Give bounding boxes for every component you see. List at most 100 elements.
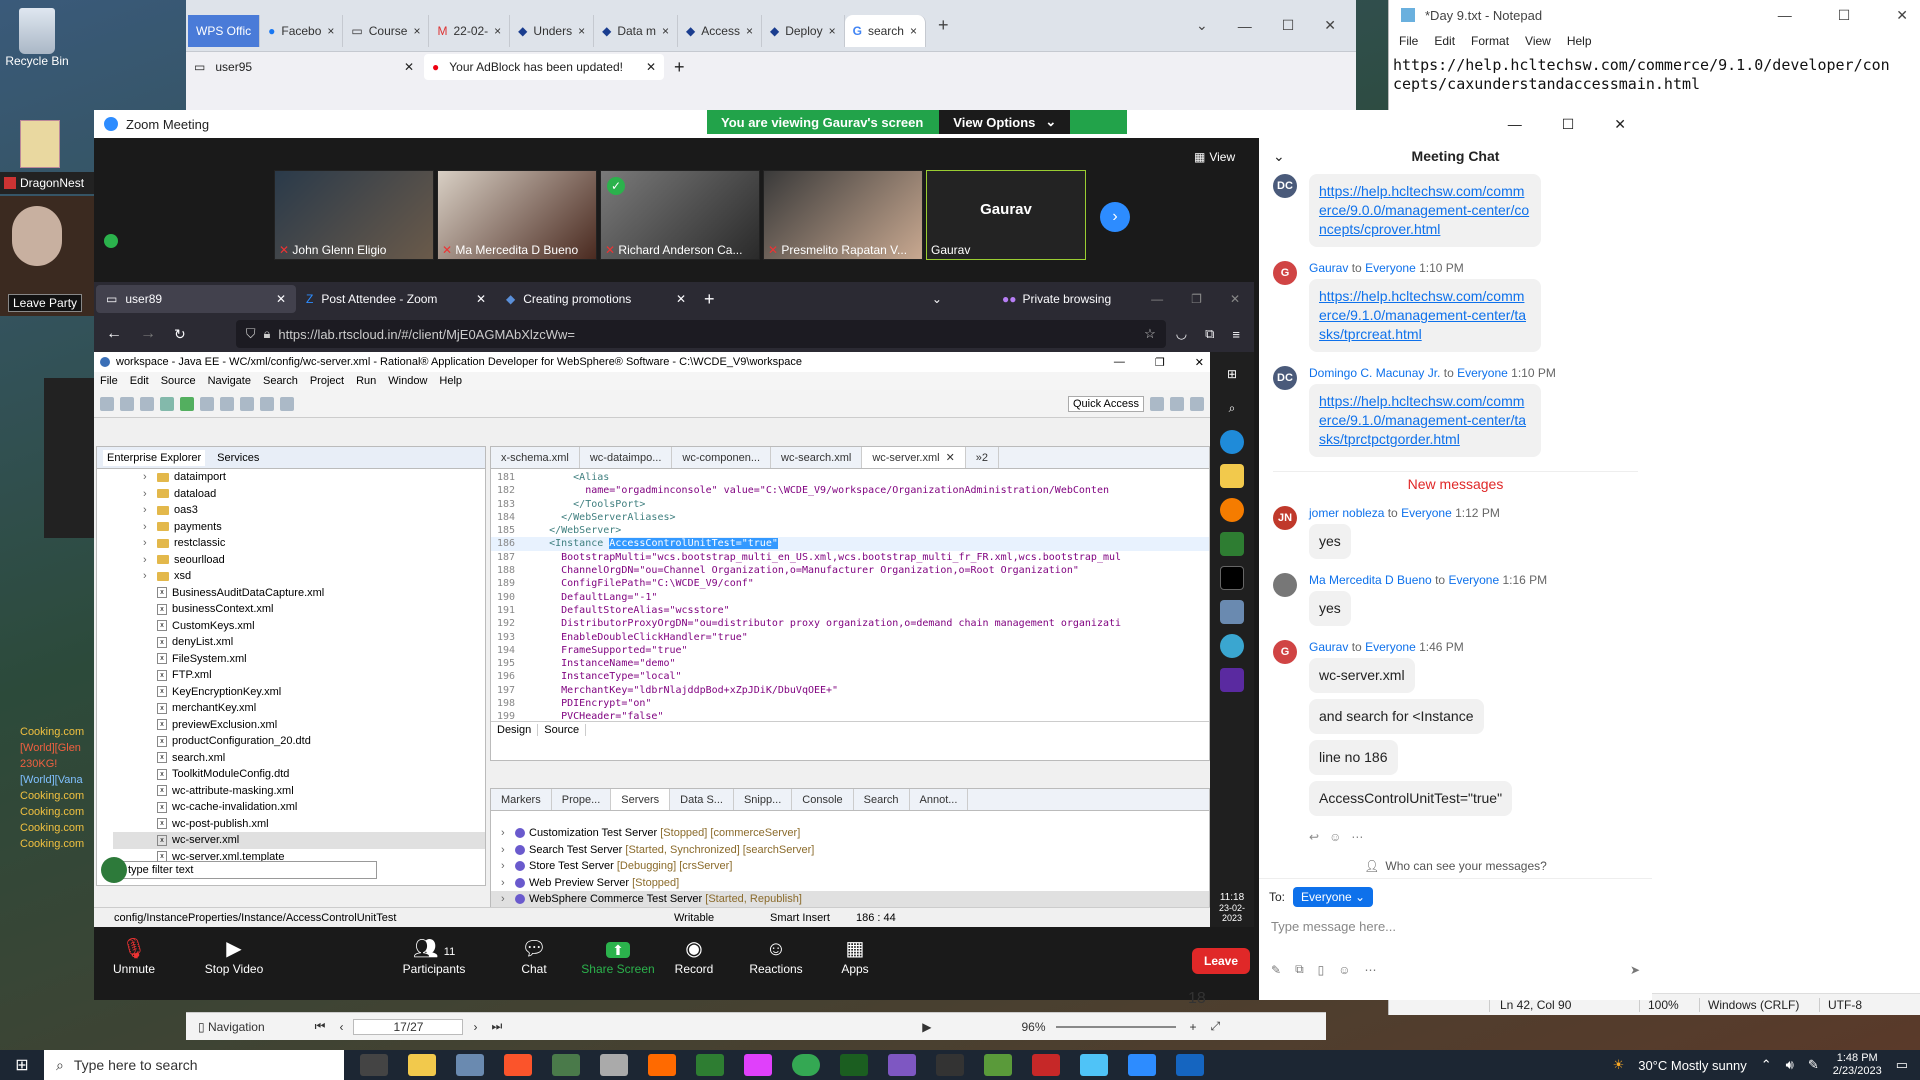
- menu-help[interactable]: Help: [1567, 34, 1592, 48]
- tree-item[interactable]: › xsd: [113, 568, 485, 585]
- chrome-icon[interactable]: [792, 1054, 820, 1076]
- code-area[interactable]: 181 <Alias 182 name="orgadminconsole" val…: [491, 469, 1209, 721]
- forward-icon[interactable]: →: [140, 325, 156, 343]
- leave-button[interactable]: Leave: [1192, 948, 1251, 974]
- chat-messages[interactable]: DC https://help.hcltechsw.com/commerce/9.…: [1259, 174, 1652, 854]
- close-icon[interactable]: ✕: [404, 60, 414, 74]
- app-icon[interactable]: [1176, 1054, 1204, 1076]
- tree-item[interactable]: › dataimport: [113, 469, 485, 486]
- expand-icon[interactable]: ›: [501, 891, 515, 908]
- apps-button[interactable]: ▦ Apps: [815, 936, 895, 976]
- close-icon[interactable]: ×: [829, 24, 836, 38]
- database-icon[interactable]: [1220, 600, 1244, 624]
- close-icon[interactable]: ×: [578, 24, 585, 38]
- tree-item[interactable]: › payments: [113, 519, 485, 536]
- private-browser-icon[interactable]: [1220, 668, 1244, 692]
- tree-item[interactable]: x wc-post-publish.xml: [113, 816, 485, 833]
- close-icon[interactable]: ×: [494, 24, 501, 38]
- game-window[interactable]: Leave Party: [0, 196, 94, 316]
- notification-icon[interactable]: ▭: [1896, 1057, 1908, 1073]
- windows-start-icon[interactable]: ⊞: [0, 1055, 44, 1075]
- meeting-chat-panel[interactable]: ⌄ Meeting Chat DC https://help.hcltechsw.…: [1259, 138, 1652, 1000]
- servers-panel[interactable]: Markers Prope... Servers Data S... Snipp…: [490, 788, 1210, 908]
- folder-icon[interactable]: [20, 120, 60, 168]
- chevron-down-icon[interactable]: ⌄: [932, 292, 942, 306]
- menu-project[interactable]: Project: [310, 375, 344, 387]
- extensions-icon[interactable]: ⧉: [1205, 326, 1214, 342]
- chrome-tab[interactable]: ◆ Deploy ×: [762, 14, 845, 47]
- figma-icon[interactable]: [744, 1054, 772, 1076]
- vivaldi-icon[interactable]: [1032, 1054, 1060, 1076]
- app-icon[interactable]: [600, 1054, 628, 1076]
- zoom-in-icon[interactable]: +: [1190, 1020, 1197, 1034]
- tree-item[interactable]: x denyList.xml: [113, 634, 485, 651]
- firefox-icon[interactable]: [1220, 498, 1244, 522]
- print-icon[interactable]: [140, 396, 154, 411]
- chevron-up-icon[interactable]: ⌃: [1761, 1057, 1772, 1073]
- participants-button[interactable]: 👥︎ 11 Participants: [394, 936, 474, 976]
- tab-services[interactable]: Services: [217, 452, 259, 464]
- page-indicator[interactable]: 17/27: [353, 1018, 464, 1035]
- back-icon[interactable]: [260, 396, 274, 411]
- close-icon[interactable]: ✕: [1324, 17, 1336, 34]
- search-icon[interactable]: [220, 396, 234, 411]
- close-icon[interactable]: ×: [413, 24, 420, 38]
- server-item[interactable]: › WebSphere Commerce Test Server [Started…: [491, 891, 1209, 908]
- run-icon[interactable]: [180, 396, 194, 411]
- zoom-window[interactable]: Zoom Meeting — ☐ ✕ You are viewing Gaura…: [94, 110, 1652, 1000]
- volume-icon[interactable]: 🔊︎: [1786, 1057, 1794, 1073]
- menu-icon[interactable]: ≡: [1232, 327, 1240, 342]
- record-button[interactable]: ◉ Record: [654, 936, 734, 976]
- menu-view[interactable]: View: [1525, 34, 1551, 48]
- expand-icon[interactable]: ›: [143, 486, 157, 503]
- who-can-see[interactable]: 👤︎ Who can see your messages?: [1259, 854, 1652, 878]
- leave-party-button[interactable]: Leave Party: [8, 294, 83, 312]
- tab-design[interactable]: Design: [491, 723, 539, 736]
- recipient-select[interactable]: Everyone ⌄: [1293, 887, 1374, 907]
- server-item[interactable]: › Store Test Server [Debugging] [crsServe…: [491, 858, 1209, 875]
- menu-edit[interactable]: Edit: [1434, 34, 1455, 48]
- emoji-icon[interactable]: ☺: [1329, 830, 1341, 844]
- tab-enterprise-explorer[interactable]: Enterprise Explorer: [103, 449, 206, 466]
- tab-snippets[interactable]: Snipp...: [734, 789, 793, 810]
- expand-icon[interactable]: ›: [143, 519, 157, 536]
- expand-icon[interactable]: ›: [143, 552, 157, 569]
- navigation-button[interactable]: ▯ Navigation: [198, 1020, 265, 1034]
- firefox-tab-active[interactable]: ▭ user89 ✕: [96, 285, 296, 313]
- editor-tab[interactable]: wc-componen...: [672, 447, 772, 468]
- participant-tile[interactable]: ✕ Ma Mercedita D Bueno: [437, 170, 597, 260]
- brave-icon[interactable]: [504, 1054, 532, 1076]
- close-icon[interactable]: ×: [910, 24, 917, 38]
- chevron-down-icon[interactable]: ⌄: [1196, 17, 1208, 34]
- prev-page-icon[interactable]: ‹: [339, 1020, 343, 1034]
- emoji-icon[interactable]: ☺: [1338, 963, 1350, 977]
- tab-console[interactable]: Console: [792, 789, 854, 810]
- menu-format[interactable]: Format: [1471, 34, 1509, 48]
- close-icon[interactable]: ✕: [276, 292, 286, 306]
- maximize-icon[interactable]: ☐: [1562, 116, 1575, 133]
- close-icon[interactable]: ✕: [1896, 7, 1908, 24]
- pocket-icon[interactable]: ◡: [1176, 326, 1187, 342]
- expand-icon[interactable]: ›: [501, 842, 515, 859]
- forward-icon[interactable]: [280, 396, 294, 411]
- debug-icon[interactable]: [160, 396, 174, 411]
- format-icon[interactable]: ✎: [1271, 963, 1281, 977]
- tree-item[interactable]: x search.xml: [113, 750, 485, 767]
- zoom-icon[interactable]: [1128, 1054, 1156, 1076]
- stop-video-button[interactable]: ▶ Stop Video: [194, 936, 274, 976]
- system-clock[interactable]: 1:48 PM 2/23/2023: [1833, 1052, 1882, 1078]
- project-tree[interactable]: › dataimport › dataload › oas3 › payments › restc…: [97, 469, 485, 865]
- new-tab-icon[interactable]: +: [938, 15, 949, 36]
- minimize-icon[interactable]: —: [1508, 116, 1522, 132]
- globe-icon[interactable]: [240, 396, 254, 411]
- xml-editor[interactable]: x-schema.xml wc-dataimpo... wc-componen.…: [490, 446, 1210, 761]
- eclipse-window[interactable]: workspace - Java EE - WC/xml/config/wc-s…: [94, 352, 1210, 927]
- enterprise-explorer-panel[interactable]: Enterprise Explorer Services › dataimport…: [96, 446, 486, 886]
- menu-navigate[interactable]: Navigate: [208, 375, 251, 387]
- recycle-bin-shortcut[interactable]: Recycle Bin: [2, 8, 72, 68]
- firefox-tab[interactable]: ◆ Creating promotions ✕: [496, 285, 696, 313]
- chrome-tab[interactable]: M 22-02- ×: [429, 14, 511, 47]
- server-icon[interactable]: [200, 396, 214, 411]
- app-icon[interactable]: [840, 1054, 868, 1076]
- reply-icon[interactable]: ↩: [1309, 830, 1319, 844]
